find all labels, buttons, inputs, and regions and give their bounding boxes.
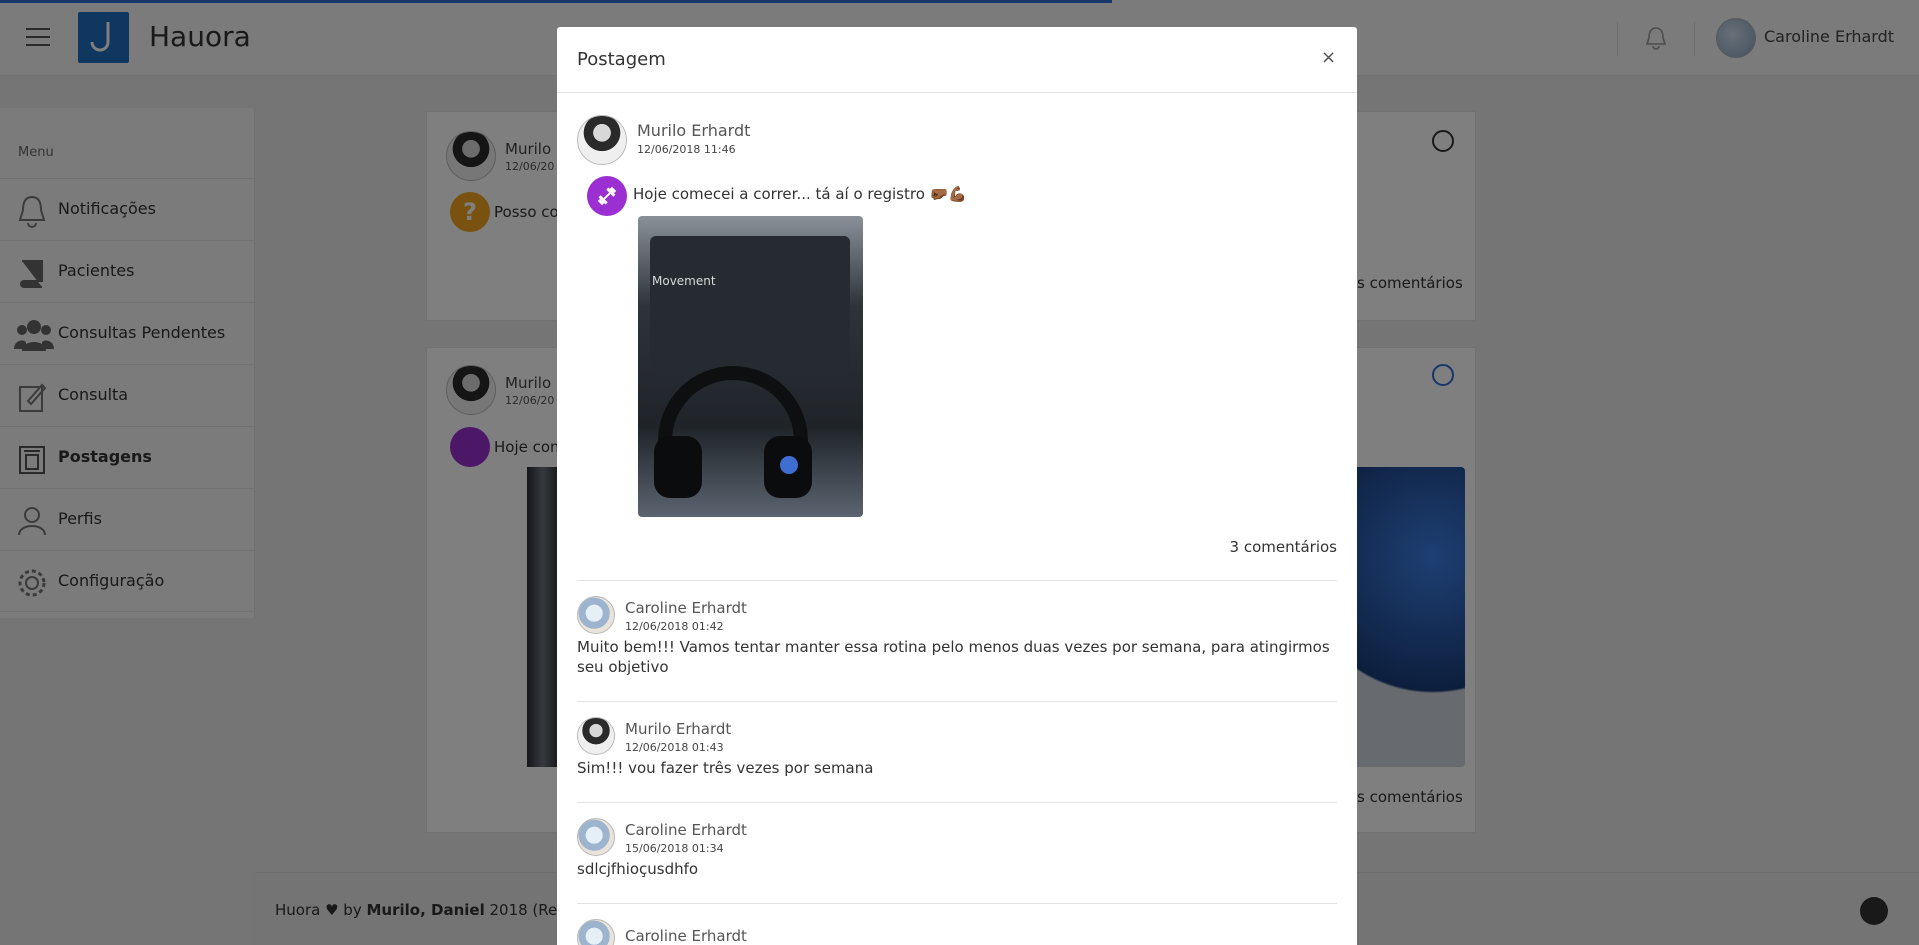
headphone-cup <box>654 436 702 498</box>
modal-header: Postagem × <box>557 27 1357 93</box>
comment-author: Caroline Erhardt <box>625 599 747 617</box>
post-date: 12/06/2018 11:46 <box>637 143 736 156</box>
comment-avatar <box>577 919 615 945</box>
comment-author: Caroline Erhardt <box>625 821 747 839</box>
treadmill-panel <box>650 236 850 376</box>
fitness-category-icon <box>587 176 627 216</box>
comment-text: sdlcjfhioçusdhfo <box>577 860 699 878</box>
post-image[interactable]: Movement <box>638 216 863 517</box>
comment-author: Murilo Erhardt <box>625 720 732 738</box>
comment-avatar <box>577 717 615 755</box>
comment-count[interactable]: 3 comentários <box>1230 538 1337 556</box>
comment-date: 12/06/2018 01:43 <box>625 741 724 754</box>
keychain <box>780 456 798 474</box>
comment-date: 15/06/2018 01:34 <box>625 842 724 855</box>
comment-author: Caroline Erhardt <box>625 927 747 945</box>
close-button[interactable]: × <box>1321 47 1336 68</box>
post-author: Murilo Erhardt <box>637 121 751 140</box>
post-text: Hoje comecei a correr... tá aí o registr… <box>633 185 968 203</box>
divider <box>577 580 1337 581</box>
comment-avatar <box>577 818 615 856</box>
comment-avatar <box>577 596 615 634</box>
divider <box>577 701 1337 702</box>
post-modal: Postagem × Murilo Erhardt 12/06/2018 11:… <box>557 27 1357 945</box>
comment-text: Muito bem!!! Vamos tentar manter essa ro… <box>577 638 1330 676</box>
divider <box>577 802 1337 803</box>
modal-title: Postagem <box>577 49 666 70</box>
comment-date: 12/06/2018 01:42 <box>625 620 724 633</box>
divider <box>577 903 1337 904</box>
author-avatar <box>577 115 627 165</box>
comment-text: Sim!!! vou fazer três vezes por semana <box>577 759 874 777</box>
image-brand-label: Movement <box>652 274 716 288</box>
